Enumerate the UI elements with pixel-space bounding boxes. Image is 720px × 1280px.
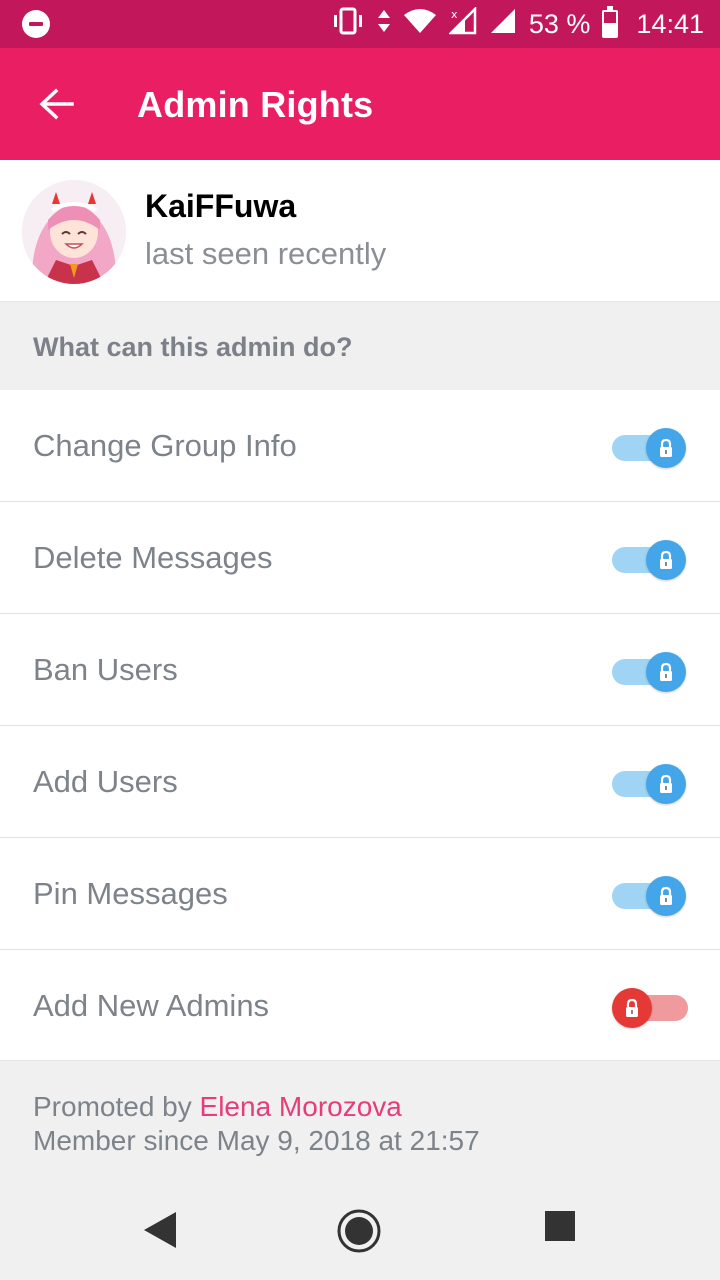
toggle-knob bbox=[646, 876, 686, 916]
right-label: Add Users bbox=[33, 764, 178, 799]
user-name: KaiFFuwa bbox=[145, 188, 297, 224]
battery-percent: 53 % bbox=[528, 8, 591, 39]
avatar[interactable] bbox=[22, 180, 126, 284]
clock: 14:41 bbox=[636, 8, 704, 39]
right-ban-users[interactable]: Ban Users bbox=[0, 614, 720, 726]
promoter-link[interactable]: Elena Morozova bbox=[200, 1091, 402, 1122]
battery-icon bbox=[602, 6, 619, 38]
right-toggle[interactable] bbox=[612, 876, 688, 916]
nav-recents-button[interactable] bbox=[542, 1208, 586, 1252]
lock-icon bbox=[626, 998, 638, 1017]
promoted-by: Promoted by Elena Morozova bbox=[33, 1091, 402, 1123]
right-label: Add New Admins bbox=[33, 988, 270, 1023]
lock-icon bbox=[660, 774, 672, 793]
toggle-knob bbox=[646, 540, 686, 580]
lock-icon bbox=[660, 438, 672, 457]
right-toggle[interactable] bbox=[612, 988, 688, 1028]
right-label: Change Group Info bbox=[33, 428, 297, 463]
signal-x-icon: x bbox=[447, 5, 477, 42]
lock-icon bbox=[660, 662, 672, 681]
toggle-knob bbox=[646, 428, 686, 468]
do-not-disturb-icon bbox=[22, 10, 50, 38]
toggle-knob bbox=[646, 652, 686, 692]
right-toggle[interactable] bbox=[612, 764, 688, 804]
right-delete-messages[interactable]: Delete Messages bbox=[0, 502, 720, 614]
right-pin-messages[interactable]: Pin Messages bbox=[0, 838, 720, 950]
lock-icon bbox=[660, 550, 672, 569]
nav-back-icon bbox=[144, 1212, 176, 1248]
toggle-knob bbox=[612, 988, 652, 1028]
vibrate-icon bbox=[331, 7, 365, 42]
member-since: Member since May 9, 2018 at 21:57 bbox=[33, 1125, 480, 1156]
right-label: Ban Users bbox=[33, 652, 178, 687]
wifi-icon bbox=[403, 7, 437, 42]
right-label: Delete Messages bbox=[33, 540, 273, 575]
battery-level bbox=[604, 23, 617, 36]
data-arrows-icon bbox=[377, 7, 391, 42]
arrow-back-icon bbox=[39, 88, 74, 120]
nav-recents-icon bbox=[545, 1211, 575, 1241]
right-toggle[interactable] bbox=[612, 428, 688, 468]
rights-list: Change Group Info Delete Messages Ban Us… bbox=[0, 390, 720, 1060]
right-add-new-admins[interactable]: Add New Admins bbox=[0, 950, 720, 1062]
nav-home-button[interactable] bbox=[336, 1208, 381, 1253]
section-title: What can this admin do? bbox=[33, 332, 353, 362]
status-icons: x 53 % 14:41 bbox=[331, 0, 704, 48]
toggle-knob bbox=[646, 764, 686, 804]
nav-back-button[interactable] bbox=[138, 1208, 182, 1252]
promoted-prefix: Promoted by bbox=[33, 1091, 200, 1122]
right-toggle[interactable] bbox=[612, 540, 688, 580]
signal-icon bbox=[489, 7, 517, 42]
user-status: last seen recently bbox=[145, 236, 387, 271]
lock-icon bbox=[660, 886, 672, 905]
admin-profile[interactable]: KaiFFuwa last seen recently bbox=[0, 160, 720, 302]
right-add-users[interactable]: Add Users bbox=[0, 726, 720, 838]
page-title: Admin Rights bbox=[137, 84, 374, 125]
status-bar: x 53 % 14:41 bbox=[0, 0, 720, 48]
right-toggle[interactable] bbox=[612, 652, 688, 692]
right-change-group-info[interactable]: Change Group Info bbox=[0, 390, 720, 502]
system-nav-bar bbox=[0, 1180, 720, 1280]
nav-home-icon bbox=[337, 1209, 381, 1253]
section-header: What can this admin do? bbox=[0, 302, 720, 390]
promotion-info: Promoted by Elena Morozova Member since … bbox=[0, 1060, 720, 1180]
svg-text:x: x bbox=[451, 8, 458, 21]
app-bar: Admin Rights bbox=[0, 48, 720, 160]
back-button[interactable] bbox=[28, 76, 84, 132]
right-label: Pin Messages bbox=[33, 876, 228, 911]
